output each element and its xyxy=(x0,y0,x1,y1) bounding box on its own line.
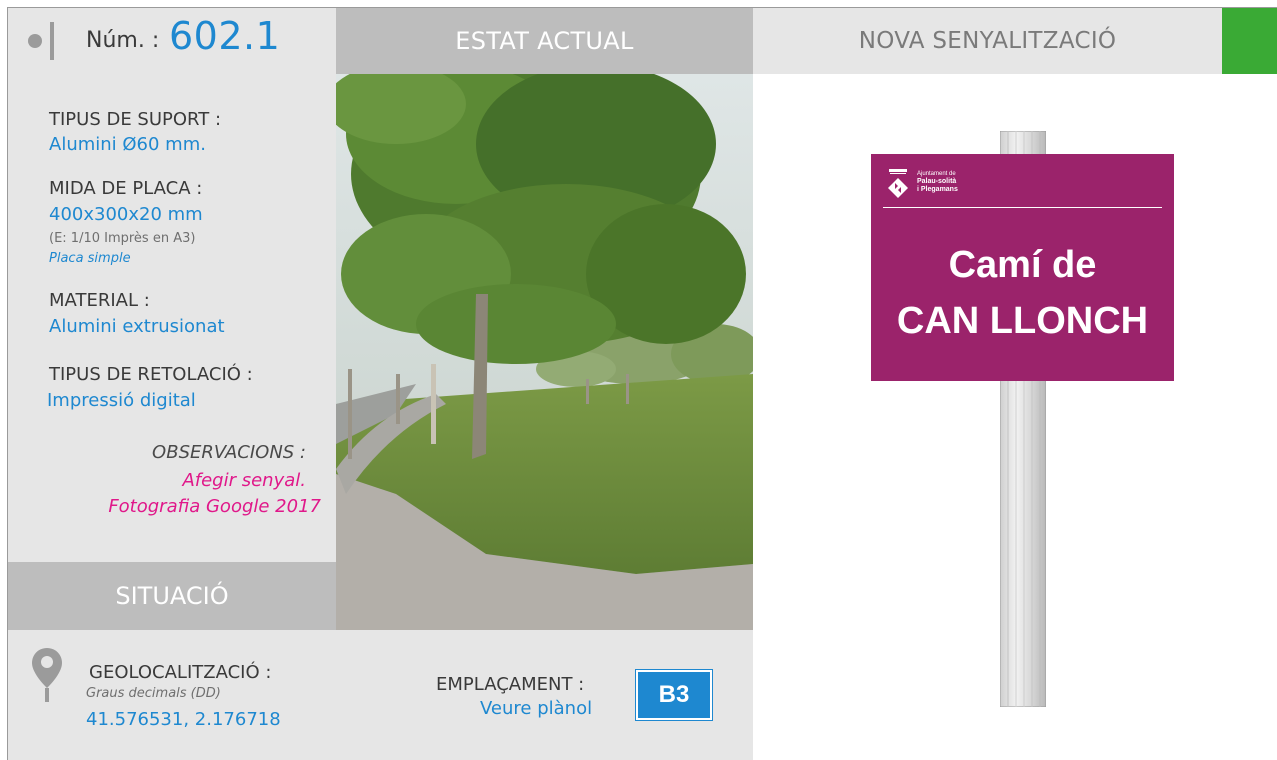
specs-panel: TIPUS DE SUPORT : Alumini Ø60 mm. MIDA D… xyxy=(8,74,336,562)
plate-scale-note: (E: 1/10 Imprès en A3) xyxy=(49,231,196,246)
plate-size-label: MIDA DE PLACA : xyxy=(49,178,203,199)
material-value: Alumini extrusionat xyxy=(49,316,225,337)
geolocation-label: GEOLOCALITZACIÓ : xyxy=(89,662,272,683)
status-color-block xyxy=(1222,8,1277,74)
support-type-value: Alumini Ø60 mm. xyxy=(49,134,206,155)
sign-title-line-2: CAN LLONCH xyxy=(896,300,1149,342)
placement-code: B3 xyxy=(658,681,690,708)
logo-text-line-1: Ajuntament de xyxy=(917,171,956,177)
new-signage-header: NOVA SENYALITZACIÓ xyxy=(753,8,1222,74)
divider-bar xyxy=(50,22,54,60)
street-photo-illustration xyxy=(336,74,753,630)
lettering-type-label: TIPUS DE RETOLACIÓ : xyxy=(49,364,253,385)
logo-text-line-2: Palau-solità xyxy=(917,178,957,185)
support-type-label: TIPUS DE SUPORT : xyxy=(49,109,222,130)
current-state-header: ESTAT ACTUAL xyxy=(336,8,753,74)
observations-line-1: Afegir senyal. xyxy=(182,470,306,491)
observations-label: OBSERVACIONS : xyxy=(152,442,306,463)
placement-code-badge[interactable]: B3 xyxy=(635,669,713,721)
number-label: Núm. : xyxy=(86,28,160,53)
placement-map-link[interactable]: Veure plànol xyxy=(480,698,592,719)
plate-type-note: Placa simple xyxy=(49,251,131,266)
situation-header: SITUACIÓ xyxy=(8,562,336,630)
plate-size-value: 400x300x20 mm xyxy=(49,204,203,225)
geolocation-coordinates: 41.576531, 2.176718 xyxy=(86,709,281,730)
sign-plate: Ajuntament de Palau-solità i Plegamans C… xyxy=(871,154,1174,381)
placement-label: EMPLAÇAMENT : xyxy=(436,674,585,695)
situation-title: SITUACIÓ xyxy=(115,582,229,610)
plate-divider xyxy=(883,207,1162,208)
sign-title-line-1: Camí de xyxy=(948,244,1097,286)
map-pin-icon xyxy=(32,648,62,702)
current-state-photo xyxy=(336,74,753,630)
observations-line-2: Fotografia Google 2017 xyxy=(108,496,321,517)
sign-number: 602.1 xyxy=(169,14,281,58)
town-crest-icon xyxy=(888,169,908,198)
material-label: MATERIAL : xyxy=(49,290,150,311)
geolocation-format: Graus decimals (DD) xyxy=(86,686,221,701)
new-signage-title: NOVA SENYALITZACIÓ xyxy=(858,28,1117,54)
bullet-icon xyxy=(28,34,42,48)
lettering-type-value: Impressió digital xyxy=(47,390,196,411)
current-state-title: ESTAT ACTUAL xyxy=(455,27,634,55)
logo-text-line-3: i Plegamans xyxy=(917,186,958,193)
